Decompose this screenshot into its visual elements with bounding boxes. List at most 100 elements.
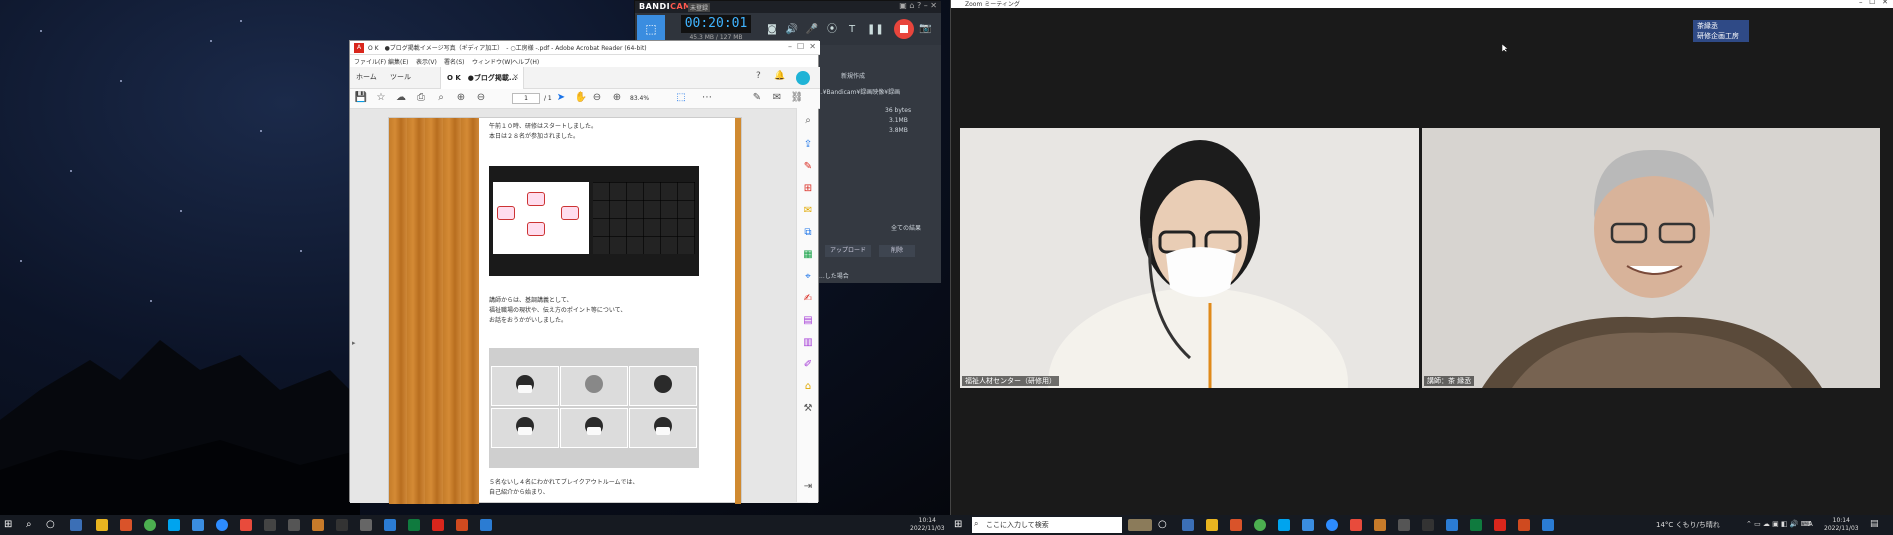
fill-sign-icon[interactable]: ✍ bbox=[801, 292, 815, 306]
mouse-effect-icon[interactable]: ⦿ bbox=[825, 23, 839, 37]
tab-tools[interactable]: ツール bbox=[390, 72, 411, 82]
acrobat-window-controls[interactable]: – ☐ ✕ bbox=[788, 42, 816, 51]
edge-icon[interactable] bbox=[1302, 519, 1314, 531]
zoom-in-icon[interactable]: ⊕ bbox=[610, 92, 624, 103]
acrobat-app-icon[interactable] bbox=[1494, 519, 1506, 531]
app-icon[interactable] bbox=[264, 519, 276, 531]
upload-cloud-icon[interactable]: ☁ bbox=[394, 92, 408, 103]
taskbar-search-input[interactable]: ここに入力して検索 bbox=[972, 517, 1122, 533]
outlook-icon[interactable] bbox=[480, 519, 492, 531]
microphone-icon[interactable]: 🎤 bbox=[805, 23, 819, 37]
weather-widget[interactable]: 14°C くもり/ち晴れ bbox=[1656, 520, 1720, 530]
speaker-icon[interactable]: 🔊 bbox=[785, 23, 799, 37]
windows-start-icon[interactable]: ⊞ bbox=[4, 519, 16, 531]
bandicam-lock-icon[interactable]: ⌂ bbox=[909, 1, 914, 10]
participant-video-2[interactable]: 講師：茶 縁丞 bbox=[1422, 128, 1880, 388]
chrome-icon[interactable] bbox=[144, 519, 156, 531]
bandicam-minimize-icon[interactable]: – bbox=[924, 1, 928, 10]
cortana-icon[interactable]: ○ bbox=[46, 519, 58, 531]
stop-record-button[interactable] bbox=[894, 19, 914, 39]
app-icon[interactable] bbox=[288, 519, 300, 531]
zoom-window[interactable]: Zoom ミーティング – ☐ ✕ 茶縁丞 研修企画工房 福祉人材センター（研修… bbox=[950, 0, 1893, 515]
expand-left-panel-icon[interactable]: ▸ bbox=[352, 339, 356, 347]
excel-icon[interactable] bbox=[1470, 519, 1482, 531]
compress-icon[interactable]: ▥ bbox=[801, 336, 815, 350]
outlook-icon[interactable] bbox=[1542, 519, 1554, 531]
organize-pages-icon[interactable]: ▦ bbox=[801, 248, 815, 262]
app-icon[interactable] bbox=[360, 519, 372, 531]
file-explorer-icon[interactable] bbox=[1206, 519, 1218, 531]
pause-icon[interactable]: ❚❚ bbox=[867, 23, 884, 37]
menu-help[interactable]: ヘルプ(H) bbox=[512, 57, 539, 66]
page-up-icon[interactable]: ⊕ bbox=[454, 92, 468, 103]
maximize-icon[interactable]: ☐ bbox=[797, 42, 804, 51]
firefox-icon[interactable] bbox=[120, 519, 132, 531]
link-icon[interactable]: ⛓ bbox=[790, 92, 804, 103]
app-icon[interactable] bbox=[1398, 519, 1410, 531]
delete-button[interactable]: 削除 bbox=[879, 245, 915, 257]
upload-button[interactable]: アップロード bbox=[825, 245, 871, 257]
app-icon[interactable] bbox=[1374, 519, 1386, 531]
save-icon[interactable]: 💾 bbox=[354, 92, 368, 103]
help-icon[interactable]: ? bbox=[756, 71, 761, 81]
bandicam-help-icon[interactable]: ? bbox=[917, 1, 921, 10]
create-pdf-icon[interactable]: ⊞ bbox=[801, 182, 815, 196]
zoom-level[interactable]: 83.4% bbox=[630, 93, 664, 104]
hand-tool-icon[interactable]: ✋ bbox=[574, 92, 588, 103]
bookmark-star-icon[interactable]: ☆ bbox=[374, 92, 388, 103]
tab-close-icon[interactable]: × bbox=[512, 72, 519, 81]
edge-icon[interactable] bbox=[192, 519, 204, 531]
scan-ocr-icon[interactable]: ⌖ bbox=[801, 270, 815, 284]
cortana-icon[interactable]: ○ bbox=[1158, 519, 1170, 531]
menu-sign[interactable]: 署名(S) bbox=[444, 57, 465, 66]
protect-icon[interactable]: ▤ bbox=[801, 314, 815, 328]
sign-icon[interactable]: ✎ bbox=[750, 92, 764, 103]
search-icon[interactable]: ⌕ bbox=[434, 92, 448, 103]
account-avatar[interactable] bbox=[796, 71, 810, 85]
select-cursor-icon[interactable]: ➤ bbox=[554, 92, 568, 103]
bandicam-select-all[interactable]: 全ての結果 bbox=[891, 223, 921, 232]
skype-icon[interactable] bbox=[1278, 519, 1290, 531]
minimize-icon[interactable]: – bbox=[788, 42, 792, 51]
ime-indicator[interactable]: A bbox=[1808, 520, 1813, 528]
redact-icon[interactable]: ✐ bbox=[801, 358, 815, 372]
taskbar-clock-left[interactable]: 10:14 2022/11/03 bbox=[910, 517, 945, 533]
collapse-rail-icon[interactable]: ⇥ bbox=[801, 480, 815, 494]
bandicam-app-icon[interactable] bbox=[240, 519, 252, 531]
task-view-icon[interactable] bbox=[1182, 519, 1194, 531]
app-icon[interactable] bbox=[336, 519, 348, 531]
bell-icon[interactable]: 🔔 bbox=[774, 71, 785, 81]
tab-home[interactable]: ホーム bbox=[356, 72, 377, 82]
weather-scene-icon[interactable] bbox=[1128, 519, 1152, 531]
skype-icon[interactable] bbox=[168, 519, 180, 531]
notification-icon[interactable]: ▤ bbox=[1870, 519, 1879, 529]
edit-pdf-icon[interactable]: ✎ bbox=[801, 160, 815, 174]
task-view-icon[interactable] bbox=[70, 519, 82, 531]
page-number-input[interactable]: 1 bbox=[512, 93, 540, 104]
more-options-icon[interactable]: ⋯ bbox=[700, 92, 714, 103]
acrobat-window[interactable]: A O K ●ブログ掲載イメージ写真（ギディア加工） - ○工房様 -.pdf … bbox=[349, 40, 820, 504]
screen-mode-icon[interactable]: ⬚ bbox=[637, 15, 665, 43]
comment-icon[interactable]: ✉ bbox=[801, 204, 815, 218]
zoom-app-icon[interactable] bbox=[1326, 519, 1338, 531]
send-review-icon[interactable]: ⌂ bbox=[801, 380, 815, 394]
bandicam-window-controls[interactable]: ▣ ⌂ ? – ✕ bbox=[899, 1, 937, 10]
windows-start-icon[interactable]: ⊞ bbox=[954, 519, 966, 531]
powerpoint-icon[interactable] bbox=[1518, 519, 1530, 531]
taskbar-clock-right[interactable]: 10:14 2022/11/03 bbox=[1824, 517, 1859, 533]
menu-view[interactable]: 表示(V) bbox=[416, 57, 437, 66]
zoom-app-icon[interactable] bbox=[216, 519, 228, 531]
bandicam-new-label[interactable]: 新規作成 bbox=[841, 71, 865, 80]
page-down-icon[interactable]: ⊖ bbox=[474, 92, 488, 103]
app-icon[interactable] bbox=[1422, 519, 1434, 531]
text-overlay-icon[interactable]: T bbox=[845, 23, 859, 37]
menu-file[interactable]: ファイル(F) bbox=[354, 57, 386, 66]
chrome-icon[interactable] bbox=[1254, 519, 1266, 531]
document-viewport[interactable]: ▸ 午前１０時、研修はスタートしました。 本日は２８名が参加されました。 講師か… bbox=[350, 109, 808, 504]
close-icon[interactable]: ✕ bbox=[809, 42, 816, 51]
more-tools-icon[interactable]: ⚒ bbox=[801, 402, 815, 416]
zoom-search-icon[interactable]: ⌕ bbox=[801, 114, 815, 128]
bandicam-app-icon[interactable] bbox=[1350, 519, 1362, 531]
fit-page-icon[interactable]: ⬚ bbox=[674, 92, 688, 103]
acrobat-app-icon[interactable] bbox=[432, 519, 444, 531]
